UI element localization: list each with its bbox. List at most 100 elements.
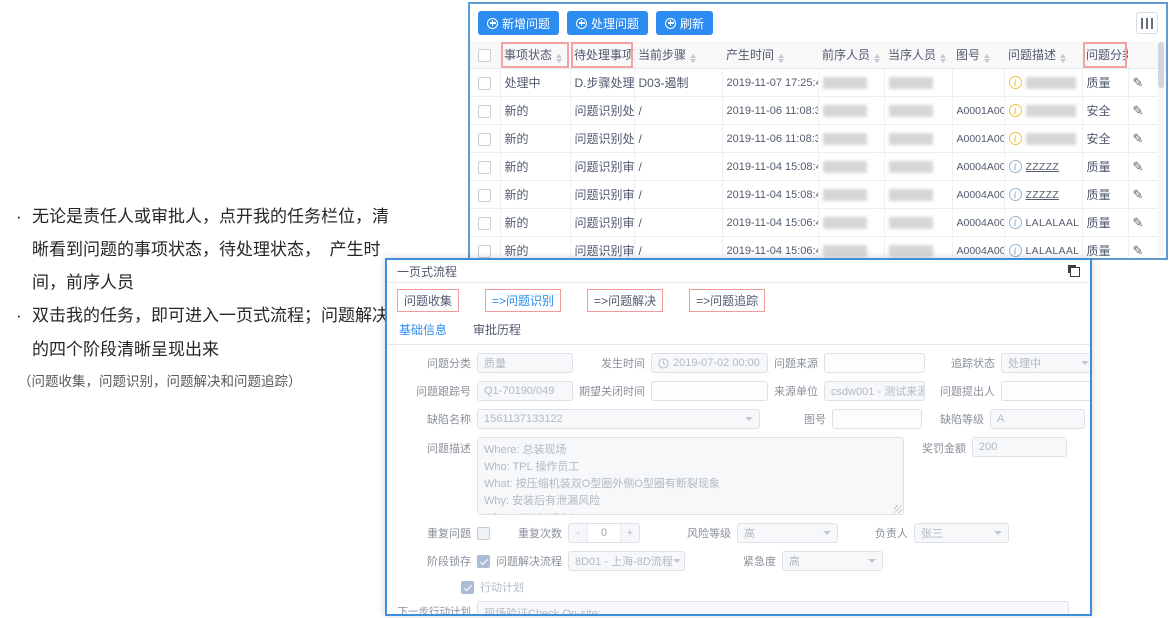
cell-cat: 安全 (1082, 97, 1128, 125)
minus-button[interactable]: - (569, 524, 587, 542)
owner-select[interactable]: 张三 (914, 523, 1009, 543)
sort-icon[interactable] (940, 54, 946, 64)
table-row[interactable]: 新的问题识别处理/2019-11-06 11:08:35A0001A000i安全… (470, 125, 1166, 153)
issue-description-link[interactable]: ZZZZZ (1026, 189, 1060, 201)
issue-table: 事项状态待处理事项类...当前步骤产生时间前序人员当序人员图号问题描述问题分类 … (470, 41, 1166, 260)
sort-icon[interactable] (690, 54, 696, 64)
row-checkbox[interactable] (478, 189, 491, 202)
row-checkbox[interactable] (478, 77, 491, 90)
circle-plus-icon (576, 18, 587, 29)
field-label: 阶段锁存 (397, 553, 471, 569)
issue-description-link[interactable]: LALALAAL (1026, 217, 1080, 229)
cell-status: 新的 (500, 97, 570, 125)
note-text: 无论是责任人或审批人，点开我的任务栏位，清晰看到问题的事项状态，待处理状态， 产… (32, 200, 390, 299)
dialog-header: 一页式流程 (387, 260, 1090, 283)
sort-icon[interactable] (778, 54, 784, 64)
subtab-2[interactable]: 审批历程 (473, 321, 521, 338)
description-textarea[interactable]: Where: 总装现场 Who: TPL 操作员工 What: 按压缩机装双O型… (477, 437, 904, 515)
row-checkbox-cell (470, 125, 500, 153)
repeat-count-stepper[interactable]: - 0 + (568, 523, 640, 543)
row-checkbox[interactable] (478, 133, 491, 146)
column-header-fig[interactable]: 图号 (952, 41, 1004, 69)
risk-level-select[interactable]: 高 (737, 523, 838, 543)
source-unit-select[interactable]: csdw001 - 测试来源单位1 (824, 381, 925, 401)
row-checkbox[interactable] (478, 105, 491, 118)
add-issue-button[interactable]: 新增问题 (478, 11, 559, 35)
column-header-step[interactable]: 当前步骤 (634, 41, 722, 69)
stage-tab-3[interactable]: =>问题解决 (587, 289, 663, 312)
subtab-1[interactable]: 基础信息 (399, 321, 447, 338)
table-row[interactable]: 新的问题识别审核/2019-11-04 15:08:40A0004A000iZZ… (470, 181, 1166, 209)
edit-pencil-icon[interactable]: ✎ (1133, 75, 1144, 90)
category-input[interactable]: 质量 (477, 353, 573, 373)
table-row[interactable]: 新的问题识别审核/2019-11-04 15:08:40A0004A000iZZ… (470, 153, 1166, 181)
table-row[interactable]: 处理中D.步骤处理D03-遏制2019-11-07 17:25:40i质量✎ (470, 69, 1166, 97)
drawing-no-input[interactable] (832, 409, 922, 429)
handle-issue-button[interactable]: 处理问题 (567, 11, 648, 35)
occur-time-input[interactable]: 2019-07-02 00:00 (651, 353, 768, 373)
issue-description-link[interactable]: LALALAAL (1026, 245, 1080, 257)
edit-pencil-icon[interactable]: ✎ (1133, 187, 1144, 202)
column-header-time[interactable]: 产生时间 (722, 41, 818, 69)
defect-name-select[interactable]: 1561137133122 (477, 409, 760, 429)
column-header-status[interactable]: 事项状态 (500, 41, 570, 69)
basic-info-form: 问题分类 质量 发生时间 2019-07-02 00:00 问题来源 追踪状态 … (387, 345, 1090, 616)
cell-step: / (634, 209, 722, 237)
proposer-input[interactable] (1001, 381, 1092, 401)
column-header-todo[interactable]: 待处理事项类... (570, 41, 634, 69)
table-row[interactable]: 新的问题识别处理/2019-11-06 11:08:35A0001A000i安全… (470, 97, 1166, 125)
column-header-cat[interactable]: 问题分类 (1082, 41, 1128, 69)
cell-cur (884, 125, 952, 153)
field-label: 来源单位 (774, 383, 818, 399)
form-row: 重复问题 重复次数 - 0 + 风险等级 高 负责人 张三 (397, 523, 1080, 543)
row-checkbox[interactable] (478, 161, 491, 174)
column-header-prev[interactable]: 前序人员 (818, 41, 884, 69)
cell-cur (884, 69, 952, 97)
form-row: 问题分类 质量 发生时间 2019-07-02 00:00 问题来源 追踪状态 … (397, 353, 1080, 373)
urgency-select[interactable]: 高 (782, 551, 883, 571)
field-label: 问题跟踪号 (397, 383, 471, 399)
column-settings-button[interactable] (1136, 12, 1158, 34)
stage-tab-2[interactable]: =>问题识别 (485, 289, 561, 312)
repeat-issue-checkbox[interactable] (477, 527, 490, 540)
column-header-desc[interactable]: 问题描述 (1004, 41, 1082, 69)
sort-icon[interactable] (874, 54, 880, 64)
plus-button[interactable]: + (621, 524, 639, 542)
edit-pencil-icon[interactable]: ✎ (1133, 103, 1144, 118)
stage-tab-1[interactable]: 问题收集 (397, 289, 459, 312)
row-checkbox[interactable] (478, 217, 491, 230)
next-action-textarea[interactable]: 现场验证Check On-site: O型圈断口处有切边现象，疑似刀断 (477, 601, 1069, 616)
row-checkbox[interactable] (478, 245, 491, 258)
source-input[interactable] (824, 353, 925, 373)
edit-pencil-icon[interactable]: ✎ (1133, 215, 1144, 230)
refresh-button[interactable]: 刷新 (656, 11, 713, 35)
penalty-input[interactable]: 200 (972, 437, 1067, 457)
trace-status-select[interactable]: 处理中 (1001, 353, 1092, 373)
edit-pencil-icon[interactable]: ✎ (1133, 243, 1144, 258)
defect-level-input[interactable]: A (990, 409, 1085, 429)
sort-icon[interactable] (556, 54, 562, 64)
table-scrollbar[interactable] (1158, 42, 1164, 256)
table-row[interactable]: 新的问题识别审核/2019-11-04 15:06:49A0004A000iLA… (470, 237, 1166, 261)
column-header-cur[interactable]: 当序人员 (884, 41, 952, 69)
table-row[interactable]: 新的问题识别审核/2019-11-04 15:06:49A0004A000iLA… (470, 209, 1166, 237)
edit-pencil-icon[interactable]: ✎ (1133, 131, 1144, 146)
expect-close-input[interactable] (651, 381, 768, 401)
sort-icon[interactable] (984, 54, 990, 64)
solve-process-select[interactable]: 8D01 - 上海-8D流程 (568, 551, 685, 571)
stage-lock-checkbox[interactable] (477, 555, 490, 568)
stage-tab-4[interactable]: =>问题追踪 (689, 289, 765, 312)
cell-fig (952, 69, 1004, 97)
issue-description-link[interactable]: ZZZZZ (1026, 161, 1060, 173)
track-no-input[interactable]: Q1-70190/049 (477, 381, 573, 401)
action-plan-checkbox[interactable] (461, 581, 474, 594)
dialog-title: 一页式流程 (397, 263, 457, 280)
sort-icon[interactable] (1060, 54, 1066, 64)
copy-icon[interactable] (1068, 265, 1080, 277)
cell-todo: 问题识别审核 (570, 237, 634, 261)
chevron-down-icon (868, 559, 876, 563)
cell-time: 2019-11-06 11:08:35 (722, 97, 818, 125)
table-header-row: 事项状态待处理事项类...当前步骤产生时间前序人员当序人员图号问题描述问题分类 (470, 41, 1166, 69)
select-all-checkbox[interactable] (478, 49, 491, 62)
edit-pencil-icon[interactable]: ✎ (1133, 159, 1144, 174)
